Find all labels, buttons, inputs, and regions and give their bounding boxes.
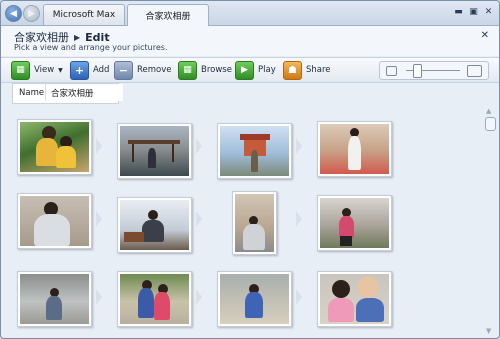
- sequence-arrow-icon: [196, 211, 202, 227]
- photo-thumbnail[interactable]: [232, 191, 277, 255]
- photo-thumbnail[interactable]: [117, 197, 192, 253]
- grid-view-icon: ▦: [11, 60, 30, 80]
- forward-button[interactable]: ▶: [23, 5, 40, 22]
- plus-icon: +: [70, 60, 89, 80]
- photo-image: [120, 126, 189, 176]
- chevron-down-icon: ▼: [58, 66, 63, 74]
- browse-button[interactable]: ▦ Browse: [178, 60, 232, 80]
- photo-thumbnail[interactable]: [317, 195, 392, 251]
- photo-image: [120, 274, 189, 324]
- photo-image: [20, 196, 89, 246]
- photo-thumbnail[interactable]: [217, 271, 292, 327]
- share-label: Share: [306, 65, 331, 75]
- page-header: 合家欢相册 ▶ Edit Pick a view and arrange you…: [1, 26, 499, 56]
- photo-gallery: [3, 105, 479, 337]
- zoom-handle[interactable]: [412, 64, 422, 78]
- sequence-arrow-icon: [96, 211, 102, 227]
- photo-thumbnail[interactable]: [17, 119, 92, 175]
- photo-image: [320, 198, 389, 248]
- close-window-button[interactable]: ✕: [483, 7, 494, 17]
- sequence-arrow-icon: [296, 289, 302, 305]
- large-thumbnail-icon: [467, 65, 482, 77]
- remove-button[interactable]: − Remove: [114, 60, 172, 80]
- name-row: Name: [12, 83, 123, 104]
- view-button[interactable]: ▦ View ▼: [11, 60, 63, 80]
- photo-image: [235, 194, 274, 252]
- app-window: ◀ ▶ Microsoft Max 合家欢相册 ▬ ▣ ✕ 合家欢相册 ▶ Ed…: [0, 0, 500, 339]
- sequence-arrow-icon: [196, 138, 202, 154]
- add-button[interactable]: + Add: [70, 60, 110, 80]
- vertical-scrollbar[interactable]: ▲ ▼: [484, 107, 496, 335]
- album-name-field[interactable]: [45, 84, 123, 101]
- scroll-down-icon[interactable]: ▼: [486, 327, 491, 335]
- remove-label: Remove: [137, 65, 172, 75]
- back-button[interactable]: ◀: [5, 5, 22, 22]
- maximize-button[interactable]: ▣: [468, 7, 479, 17]
- back-arrow-icon: ◀: [10, 8, 17, 19]
- photo-thumbnail[interactable]: [17, 271, 92, 327]
- photo-image: [120, 200, 189, 250]
- title-bar: ◀ ▶ Microsoft Max 合家欢相册 ▬ ▣ ✕: [1, 1, 499, 26]
- page-title: Edit: [85, 30, 110, 44]
- share-person-icon: ☗: [283, 60, 302, 80]
- sequence-arrow-icon: [196, 289, 202, 305]
- photo-thumbnail[interactable]: [117, 123, 192, 179]
- sequence-arrow-icon: [96, 138, 102, 154]
- name-label: Name: [19, 88, 45, 98]
- photo-thumbnail[interactable]: [217, 123, 292, 179]
- photo-image: [20, 122, 89, 172]
- photo-thumbnail[interactable]: [317, 271, 392, 327]
- minimize-button[interactable]: ▬: [453, 7, 464, 17]
- chevron-right-icon: ▶: [74, 32, 81, 42]
- photo-image: [320, 274, 389, 324]
- tab-album[interactable]: 合家欢相册: [127, 4, 209, 26]
- play-label: Play: [258, 65, 276, 75]
- share-button[interactable]: ☗ Share: [283, 60, 331, 80]
- view-label: View: [34, 65, 55, 75]
- minus-icon: −: [114, 60, 133, 80]
- photo-image: [20, 274, 89, 324]
- forward-arrow-icon: ▶: [28, 8, 35, 19]
- photo-thumbnail[interactable]: [117, 271, 192, 327]
- toolbar: ▦ View ▼ + Add − Remove ▦ Browse ▶ Play …: [1, 57, 499, 83]
- photo-image: [320, 124, 389, 174]
- play-button[interactable]: ▶ Play: [235, 60, 276, 80]
- sequence-arrow-icon: [296, 138, 302, 154]
- photo-image: [220, 126, 289, 176]
- photo-thumbnail[interactable]: [317, 121, 392, 177]
- zoom-slider[interactable]: [379, 61, 489, 80]
- photo-thumbnail[interactable]: [17, 193, 92, 249]
- close-editor-button[interactable]: ✕: [481, 30, 489, 41]
- scroll-up-icon[interactable]: ▲: [486, 107, 491, 115]
- tab-label: 合家欢相册: [145, 12, 191, 22]
- tab-label: Microsoft Max: [52, 10, 116, 20]
- small-thumbnail-icon: [386, 66, 397, 76]
- photo-image: [220, 274, 289, 324]
- add-label: Add: [93, 65, 110, 75]
- play-icon: ▶: [235, 60, 254, 80]
- sequence-arrow-icon: [96, 289, 102, 305]
- browse-label: Browse: [201, 65, 232, 75]
- page-subtitle: Pick a view and arrange your pictures.: [14, 43, 168, 52]
- scroll-thumb[interactable]: [485, 117, 496, 131]
- browse-grid-icon: ▦: [178, 60, 197, 80]
- tab-microsoft-max[interactable]: Microsoft Max: [43, 4, 125, 25]
- sequence-arrow-icon: [296, 211, 302, 227]
